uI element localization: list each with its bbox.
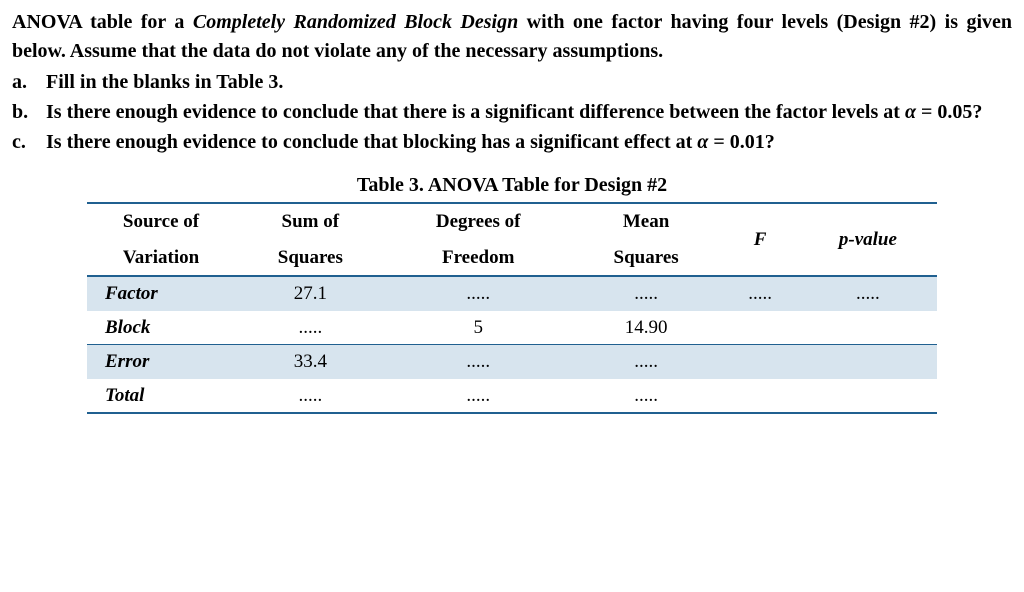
item-c: c. Is there enough evidence to conclude … xyxy=(12,128,1012,157)
intro-italic: Completely Randomized Block Design xyxy=(193,11,518,33)
anova-table: Source of Sum of Degrees of Mean F p-val… xyxy=(87,202,937,414)
row-factor-F: ..... xyxy=(721,276,798,311)
row-factor-df: ..... xyxy=(386,276,571,311)
row-error-ms: ..... xyxy=(571,345,722,379)
hdr-ms-1: Mean xyxy=(571,203,722,240)
hdr-p: p-value xyxy=(799,203,937,276)
item-c-text: Is there enough evidence to conclude tha… xyxy=(46,128,1012,157)
row-total-F xyxy=(721,379,798,414)
hdr-F: F xyxy=(721,203,798,276)
item-c-before: Is there enough evidence to conclude tha… xyxy=(46,131,697,153)
alpha-symbol: α xyxy=(697,131,708,153)
question-list: a. Fill in the blanks in Table 3. b. Is … xyxy=(12,68,1012,157)
item-b-eq: = 0.05? xyxy=(916,101,982,123)
hdr-df-1: Degrees of xyxy=(386,203,571,240)
row-block-ss: ..... xyxy=(235,311,386,345)
row-error-label: Error xyxy=(87,345,235,379)
item-a-text: Fill in the blanks in Table 3. xyxy=(46,68,1012,97)
row-total-ss: ..... xyxy=(235,379,386,414)
row-total-ms: ..... xyxy=(571,379,722,414)
table-title-bold: Table 3. xyxy=(357,174,424,196)
table-title: Table 3. ANOVA Table for Design #2 xyxy=(12,171,1012,200)
intro-paragraph: ANOVA table for a Completely Randomized … xyxy=(12,8,1012,66)
alpha-symbol: α xyxy=(905,101,916,123)
row-block-label: Block xyxy=(87,311,235,345)
row-total-df: ..... xyxy=(386,379,571,414)
row-total-p xyxy=(799,379,937,414)
row-error-ss: 33.4 xyxy=(235,345,386,379)
item-c-label: c. xyxy=(12,128,46,157)
row-factor-label: Factor xyxy=(87,276,235,311)
item-b-text: Is there enough evidence to conclude tha… xyxy=(46,98,1012,127)
hdr-p-text: p-value xyxy=(839,229,897,250)
row-block: Block ..... 5 14.90 xyxy=(87,311,937,345)
row-factor: Factor 27.1 ..... ..... ..... ..... xyxy=(87,276,937,311)
row-factor-ms: ..... xyxy=(571,276,722,311)
table-title-rest: ANOVA Table for Design #2 xyxy=(424,174,667,196)
item-b-label: b. xyxy=(12,98,46,127)
hdr-df-2: Freedom xyxy=(386,240,571,277)
row-block-df: 5 xyxy=(386,311,571,345)
row-error: Error 33.4 ..... ..... xyxy=(87,345,937,379)
hdr-source-1: Source of xyxy=(87,203,235,240)
header-row-1: Source of Sum of Degrees of Mean F p-val… xyxy=(87,203,937,240)
hdr-ss-1: Sum of xyxy=(235,203,386,240)
row-error-df: ..... xyxy=(386,345,571,379)
hdr-source-2: Variation xyxy=(87,240,235,277)
item-b: b. Is there enough evidence to conclude … xyxy=(12,98,1012,127)
row-block-ms: 14.90 xyxy=(571,311,722,345)
item-a: a. Fill in the blanks in Table 3. xyxy=(12,68,1012,97)
row-block-p xyxy=(799,311,937,345)
row-block-F xyxy=(721,311,798,345)
row-factor-p: ..... xyxy=(799,276,937,311)
item-a-label: a. xyxy=(12,68,46,97)
item-c-eq: = 0.01? xyxy=(708,131,774,153)
intro-part1: ANOVA table for a xyxy=(12,11,193,33)
row-factor-ss: 27.1 xyxy=(235,276,386,311)
hdr-ms-2: Squares xyxy=(571,240,722,277)
row-total-label: Total xyxy=(87,379,235,414)
hdr-ss-2: Squares xyxy=(235,240,386,277)
row-total: Total ..... ..... ..... xyxy=(87,379,937,414)
row-error-p xyxy=(799,345,937,379)
item-b-before: Is there enough evidence to conclude tha… xyxy=(46,101,905,123)
row-error-F xyxy=(721,345,798,379)
